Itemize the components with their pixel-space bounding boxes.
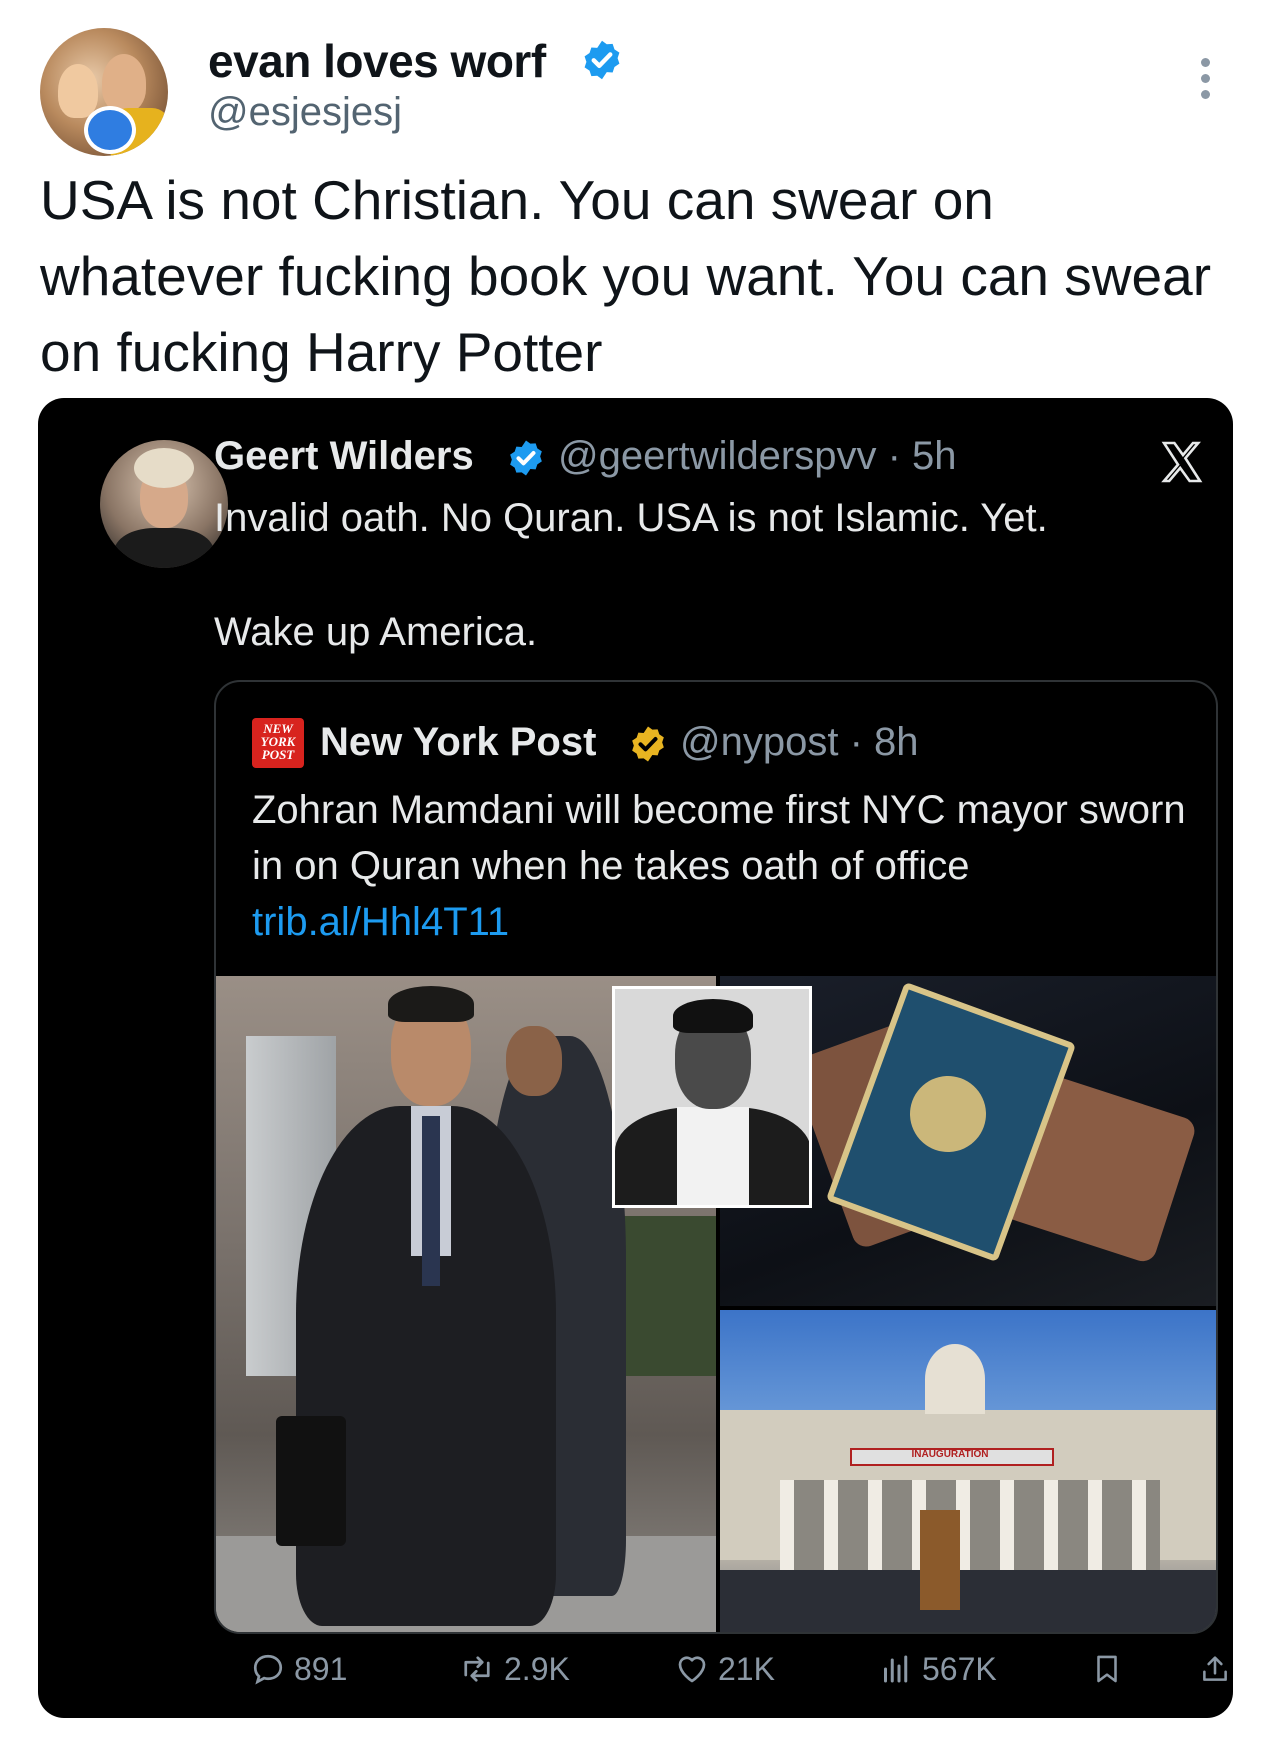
share-button (1198, 1634, 1233, 1704)
embedded-avatar (100, 440, 228, 568)
verified-badge-icon (584, 40, 620, 80)
bookmark-icon (1097, 1655, 1117, 1683)
repost-icon (464, 1656, 490, 1682)
view-count: 567K (922, 1650, 997, 1687)
embedded-handle-time: @geertwilderspvv · 5h (558, 434, 957, 478)
embedded-tweet-text: Invalid oath. No Quran. USA is not Islam… (214, 490, 1154, 660)
action-bar: 891 2.9K 21K 567K (214, 1634, 1227, 1704)
inauguration-banner: INAUGURATION (911, 1449, 989, 1460)
like-count: 21K (718, 1650, 775, 1687)
repost-button: 2.9K (458, 1634, 570, 1704)
outer-tweet-text: USA is not Christian. You can swear on w… (40, 169, 1212, 383)
embedded-tweet-card[interactable]: Geert Wilders @geertwilderspvv · 5h Inva… (38, 398, 1233, 1718)
quoted-display-name: New York Post (320, 720, 597, 764)
quoted-link: trib.al/Hhl4T11 (252, 900, 510, 944)
outer-display-name[interactable]: evan loves worf (208, 34, 546, 88)
quoted-body: Zohran Mamdani will become first NYC may… (252, 788, 1186, 888)
gold-verified-badge-icon (632, 726, 664, 762)
embedded-text-line-2: Wake up America. (214, 610, 538, 654)
like-button: 21K (674, 1634, 775, 1704)
quoted-media: INAUGURATION (216, 976, 1216, 1632)
outer-avatar[interactable] (40, 28, 168, 156)
share-icon (1203, 1656, 1227, 1681)
views-chart-icon (884, 1655, 908, 1683)
tweet-screenshot: evan loves worf @esjesjesj USA is not Ch… (0, 0, 1280, 1739)
bookmark-button (1090, 1634, 1132, 1704)
embedded-display-name: Geert Wilders (214, 434, 474, 478)
reply-icon (253, 1654, 283, 1685)
quoted-handle-time: @nypost · 8h (680, 720, 919, 764)
quoted-tweet-text: Zohran Mamdani will become first NYC may… (252, 782, 1192, 950)
quoted-tweet: NEW YORK POST New York Post @nypost · 8h Z… (214, 680, 1218, 1634)
reply-count: 891 (294, 1650, 348, 1687)
more-options-icon[interactable] (1196, 58, 1214, 106)
photo-historical-portrait (612, 986, 812, 1208)
reply-button: 891 (250, 1634, 347, 1704)
embedded-text-line-1: Invalid oath. No Quran. USA is not Islam… (214, 496, 1048, 540)
outer-handle[interactable]: @esjesjesj (208, 90, 402, 135)
nypost-logo: NEW YORK POST (252, 718, 304, 768)
heart-icon (678, 1656, 706, 1683)
repost-count: 2.9K (504, 1650, 570, 1687)
views-button: 567K (878, 1634, 997, 1704)
verified-badge-icon (510, 440, 542, 476)
photo-city-hall: INAUGURATION (720, 1310, 1216, 1632)
x-logo-icon (1161, 441, 1203, 483)
